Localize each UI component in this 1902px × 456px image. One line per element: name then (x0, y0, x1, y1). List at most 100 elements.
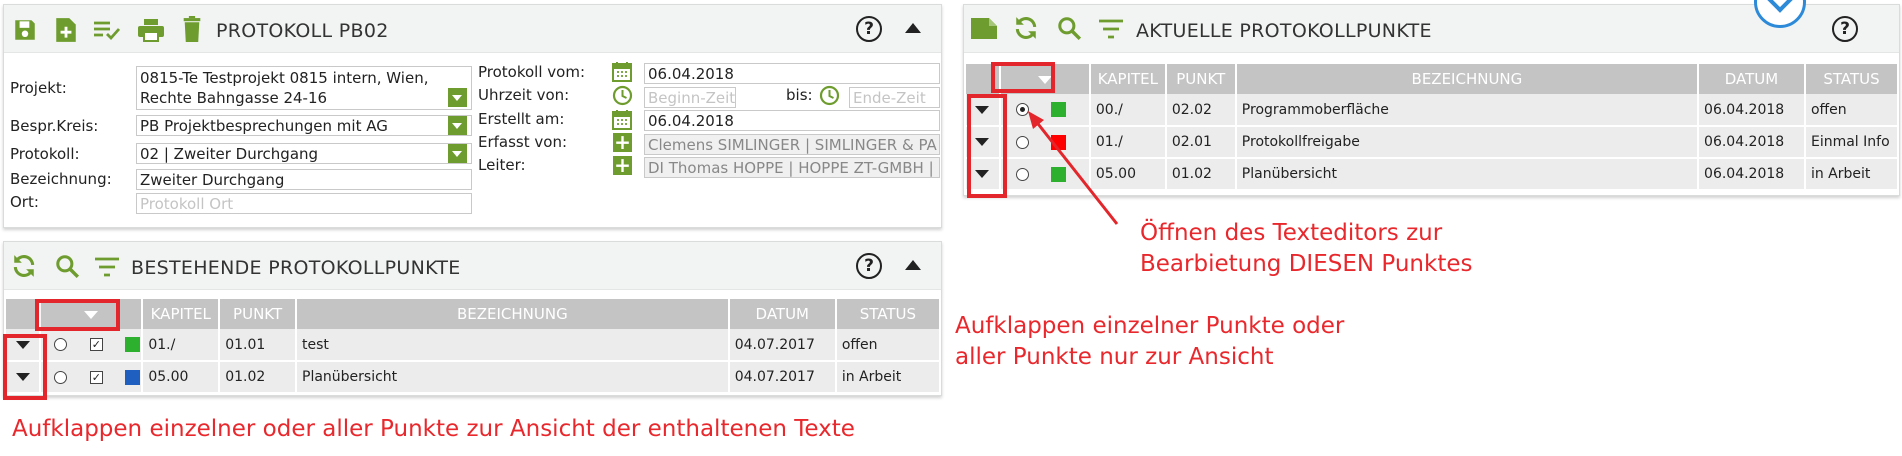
cell-datum: 04.07.2017 (728, 329, 837, 362)
projekt-line2: Rechte Bahngasse 24-16 (140, 89, 328, 107)
protokoll-vom-input[interactable]: 06.04.2018 (644, 63, 940, 84)
label-projekt: Projekt: (10, 79, 67, 97)
label-protokoll: Protokoll: (10, 145, 80, 163)
beginn-zeit-input[interactable]: Beginn-Zeit (644, 87, 736, 108)
row-controls: ✓ (40, 361, 144, 394)
help-icon-aktuelle[interactable]: ? (1832, 16, 1858, 42)
status-color-swatch (1051, 102, 1067, 117)
calendar-icon[interactable] (612, 61, 632, 82)
ort-input[interactable]: Protokoll Ort (136, 193, 472, 214)
table-header-row: KAPITEL PUNKT BEZEICHNUNG DATUM STATUS (6, 299, 942, 329)
row-controls (999, 94, 1091, 127)
clock-icon[interactable] (612, 85, 633, 106)
col-bezeichnung[interactable]: BEZEICHNUNG (296, 299, 730, 329)
col-punkt[interactable]: PUNKT (219, 299, 298, 329)
erfasst-input[interactable]: Clemens SIMLINGER | SIMLINGER & PA (644, 134, 940, 155)
print-icon[interactable] (137, 18, 165, 42)
table-header-row: KAPITEL PUNKT BEZEICHNUNG DATUM STATUS (966, 64, 1900, 94)
bestehende-panel-header: BESTEHENDE PROTOKOLLPUNKTE ? (4, 242, 941, 290)
table-row[interactable]: ✓ 01./ 01.01 test 04.07.2017 offen (6, 329, 942, 362)
highlight-expand-all-bestehende (35, 299, 120, 331)
cell-punkt: 01.01 (219, 329, 298, 362)
col-status[interactable]: STATUS (835, 299, 942, 329)
annotation-aufklappen-line2: aller Punkte nur zur Ansicht (955, 344, 1274, 370)
col-punkt[interactable]: PUNKT (1165, 64, 1237, 94)
add-document-icon[interactable] (54, 17, 78, 43)
erstellt-input[interactable]: 06.04.2018 (644, 110, 940, 131)
refresh-icon[interactable] (11, 253, 37, 279)
table-row[interactable]: 05.00 01.02 Planübersicht 06.04.2018 in … (966, 158, 1900, 191)
row-radio[interactable] (1015, 103, 1029, 116)
add-leiter-icon[interactable]: + (613, 155, 632, 175)
help-icon[interactable]: ? (856, 16, 882, 42)
status-color-swatch (125, 369, 141, 385)
checklist-icon[interactable] (92, 19, 122, 41)
aktuelle-table: KAPITEL PUNKT BEZEICHNUNG DATUM STATUS 0… (966, 64, 1900, 191)
label-leiter: Leiter: (478, 156, 526, 174)
protokoll-select[interactable]: 02 | Zweiter Durchgang (136, 143, 472, 164)
kreis-dropdown-icon[interactable] (448, 116, 467, 135)
cell-status: Einmal Info (1804, 126, 1900, 159)
projekt-dropdown-icon[interactable] (448, 88, 467, 107)
row-radio[interactable] (54, 338, 68, 351)
calendar-icon-erstellt[interactable] (612, 109, 632, 130)
row-checkbox[interactable]: ✓ (89, 370, 103, 384)
label-protokoll-vom: Protokoll vom: (478, 63, 586, 81)
clock-icon-end[interactable] (819, 85, 840, 106)
label-ort: Ort: (10, 193, 39, 211)
search-icon-aktuelle[interactable] (1056, 15, 1082, 41)
search-icon[interactable] (54, 253, 80, 279)
refresh-icon-aktuelle[interactable] (1013, 15, 1039, 41)
projekt-field[interactable]: 0815-Te Testprojekt 0815 intern, Wien, R… (136, 66, 472, 110)
row-radio[interactable] (54, 370, 68, 384)
aktuelle-title: AKTUELLE PROTOKOLLPUNKTE (1136, 20, 1432, 42)
save-icon[interactable] (12, 17, 38, 43)
annotation-texteditor-line2: Bearbietung DIESEN Punktes (1140, 251, 1473, 277)
col-bezeichnung[interactable]: BEZEICHNUNG (1235, 64, 1700, 94)
row-controls (999, 158, 1091, 191)
annotation-aufklappen-line1: Aufklappen einzelner Punkte oder (955, 313, 1345, 339)
cell-status: offen (1804, 94, 1900, 127)
label-erfasst: Erfasst von: (478, 133, 568, 151)
cell-bezeichnung: Programmoberfläche (1235, 94, 1700, 127)
row-radio[interactable] (1015, 135, 1029, 149)
trash-icon[interactable] (181, 16, 203, 43)
add-erfasst-icon[interactable]: + (613, 132, 632, 152)
status-color-swatch (1051, 166, 1067, 182)
col-kapitel[interactable]: KAPITEL (142, 299, 221, 329)
cell-bezeichnung: Protokollfreigabe (1235, 126, 1700, 159)
col-kapitel[interactable]: KAPITEL (1089, 64, 1167, 94)
col-status[interactable]: STATUS (1804, 64, 1900, 94)
col-datum[interactable]: DATUM (1698, 64, 1806, 94)
label-erstellt: Erstellt am: (478, 110, 565, 128)
table-row[interactable]: 01./ 02.01 Protokollfreigabe 06.04.2018 … (966, 126, 1900, 159)
bezeichnung-input[interactable]: Zweiter Durchgang (136, 169, 472, 190)
col-datum[interactable]: DATUM (728, 299, 837, 329)
new-document-icon[interactable] (970, 16, 998, 40)
collapse-icon-bestehende[interactable] (905, 260, 921, 270)
cell-kapitel: 01./ (142, 329, 221, 362)
filter-icon-aktuelle[interactable] (1098, 18, 1124, 40)
highlight-expand-all-aktuelle (991, 62, 1055, 93)
kreis-select[interactable]: PB Projektbesprechungen mit AG (136, 115, 472, 136)
bestehende-table: KAPITEL PUNKT BEZEICHNUNG DATUM STATUS ✓… (6, 299, 942, 394)
status-color-swatch (1051, 134, 1067, 150)
filter-icon[interactable] (94, 256, 120, 278)
aktuelle-panel: AKTUELLE PROTOKOLLPUNKTE ? KAPITEL PUNKT… (963, 4, 1900, 196)
row-checkbox[interactable]: ✓ (89, 338, 103, 351)
protokoll-dropdown-icon[interactable] (448, 144, 467, 163)
ende-zeit-input[interactable]: Ende-Zeit (849, 87, 940, 108)
leiter-input[interactable]: DI Thomas HOPPE | HOPPE ZT-GMBH | (644, 157, 940, 178)
highlight-expand-rows-aktuelle (967, 94, 1007, 198)
bestehende-panel: BESTEHENDE PROTOKOLLPUNKTE ? KAPITEL PUN… (3, 241, 942, 396)
table-row[interactable]: 00./ 02.02 Programmoberfläche 06.04.2018… (966, 94, 1900, 127)
row-radio[interactable] (1015, 167, 1029, 181)
cell-status: in Arbeit (1804, 158, 1900, 191)
cell-datum: 06.04.2018 (1698, 126, 1806, 159)
cell-bezeichnung: Planübersicht (1235, 158, 1700, 191)
label-kreis: Bespr.Kreis: (10, 117, 99, 135)
help-icon-bestehende[interactable]: ? (856, 253, 882, 279)
status-color-swatch (125, 337, 141, 352)
collapse-icon[interactable] (905, 23, 921, 33)
table-row[interactable]: ✓ 05.00 01.02 Planübersicht 04.07.2017 i… (6, 361, 942, 394)
